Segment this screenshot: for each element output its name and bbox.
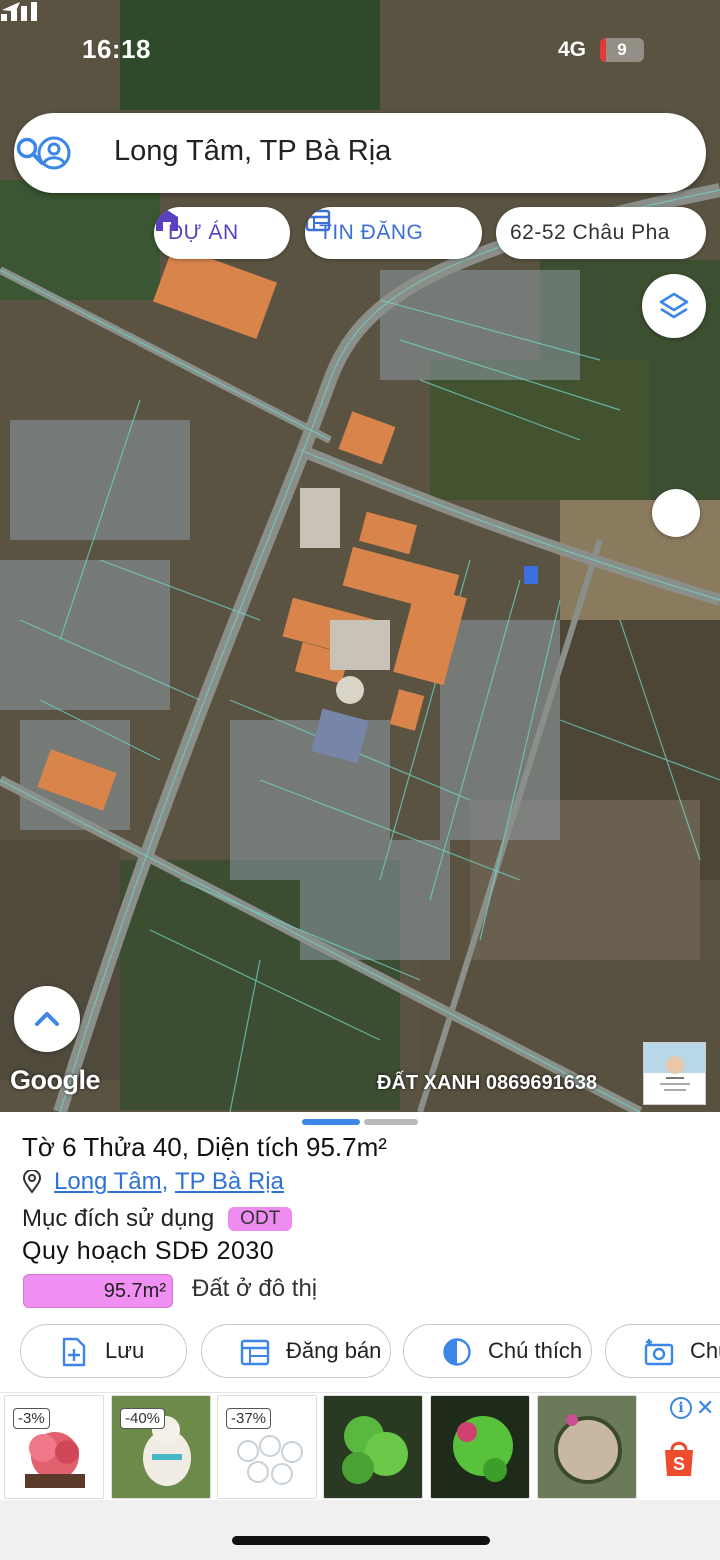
area-bar: 95.7m² — [23, 1274, 173, 1308]
signal-icon — [1, 2, 37, 21]
land-type: Đất ở đô thị — [192, 1275, 318, 1302]
aquarium-plant-image — [324, 1396, 422, 1498]
shopee-bag-icon[interactable]: S — [661, 1438, 697, 1478]
gravel-image — [538, 1396, 636, 1498]
discount-badge: -37% — [226, 1408, 272, 1429]
discount-badge: -40% — [120, 1408, 166, 1429]
map-slider-handle[interactable] — [652, 489, 700, 537]
save-button[interactable]: Lưu — [20, 1324, 187, 1378]
project-chip[interactable]: DỰ ÁN — [154, 207, 290, 259]
panel-handle[interactable] — [364, 1119, 418, 1125]
location-pin-icon — [22, 1170, 42, 1194]
ad-item[interactable] — [323, 1395, 423, 1499]
purpose-code-badge: ODT — [228, 1207, 293, 1231]
search-bar[interactable]: Long Tâm, TP Bà Rịa — [14, 113, 706, 193]
expand-up-button[interactable] — [14, 986, 80, 1052]
aquarium-plant-image — [431, 1396, 529, 1498]
legend-button[interactable]: Chú thích — [403, 1324, 592, 1378]
ad-item[interactable] — [537, 1395, 637, 1499]
discount-badge: -3% — [13, 1408, 50, 1429]
land-use-purpose: Mục đích sử dụng ODT — [22, 1205, 293, 1233]
parcel-location: Long Tâm, TP Bà Rịa — [22, 1168, 284, 1196]
google-logo: Google — [10, 1065, 101, 1095]
building-icon — [156, 210, 178, 231]
address-chip[interactable]: 62-52 Châu Pha — [496, 207, 706, 259]
address-chip-label: 62-52 Châu Pha — [510, 221, 670, 244]
calendar-icon — [305, 209, 331, 232]
half-circle-icon — [443, 1338, 471, 1366]
ad-banner[interactable]: -3% -40% -37% i ✕ S — [0, 1392, 720, 1500]
plan-label: Quy hoạch SDĐ 2030 — [22, 1237, 275, 1265]
home-indicator[interactable] — [232, 1536, 490, 1545]
layers-button[interactable] — [642, 274, 706, 338]
add-file-icon — [62, 1337, 86, 1367]
svg-text:S: S — [673, 1454, 685, 1474]
ad-close-icon[interactable]: ✕ — [696, 1395, 714, 1421]
search-query[interactable]: Long Tâm, TP Bà Rịa — [114, 135, 391, 168]
ad-item[interactable] — [430, 1395, 530, 1499]
ward-link[interactable]: Long Tâm — [54, 1168, 162, 1196]
profile-thumbnail[interactable] — [643, 1042, 706, 1105]
watermark-text: ĐẤT XANH 0869691638 — [377, 1072, 598, 1094]
camera-icon — [644, 1339, 674, 1366]
search-icon[interactable] — [14, 135, 46, 167]
location-separator: , — [161, 1168, 169, 1195]
panel-handle-active[interactable] — [302, 1119, 360, 1125]
profile-avatar-icon — [644, 1043, 705, 1091]
parcel-info-panel: Tờ 6 Thửa 40, Diện tích 95.7m² Long Tâm,… — [0, 1112, 720, 1392]
purpose-label: Mục đích sử dụng — [22, 1205, 215, 1232]
battery-indicator: 9 — [600, 38, 644, 62]
ad-item[interactable]: -3% — [4, 1395, 104, 1499]
bottom-area — [0, 1500, 720, 1560]
ad-item[interactable]: -40% — [111, 1395, 211, 1499]
capture-button[interactable]: Chụp — [605, 1324, 720, 1378]
parcel-title: Tờ 6 Thửa 40, Diện tích 95.7m² — [22, 1132, 387, 1162]
ad-info-icon[interactable]: i — [670, 1397, 692, 1419]
listing-chip-label: TIN ĐĂNG — [319, 221, 424, 244]
layers-icon — [659, 292, 689, 319]
network-type: 4G — [558, 38, 587, 61]
listing-chip[interactable]: TIN ĐĂNG — [305, 207, 482, 259]
map-view[interactable]: 16:18 4G 9 Long Tâm, TP Bà Rịa DỰ ÁN TIN… — [0, 0, 720, 1112]
chevron-up-icon — [35, 1012, 59, 1026]
ad-item[interactable]: -37% — [217, 1395, 317, 1499]
city-link[interactable]: TP Bà Rịa — [175, 1168, 284, 1196]
post-for-sale-button[interactable]: Đăng bán — [201, 1324, 391, 1378]
listing-icon — [240, 1339, 270, 1366]
status-time: 16:18 — [82, 34, 151, 64]
